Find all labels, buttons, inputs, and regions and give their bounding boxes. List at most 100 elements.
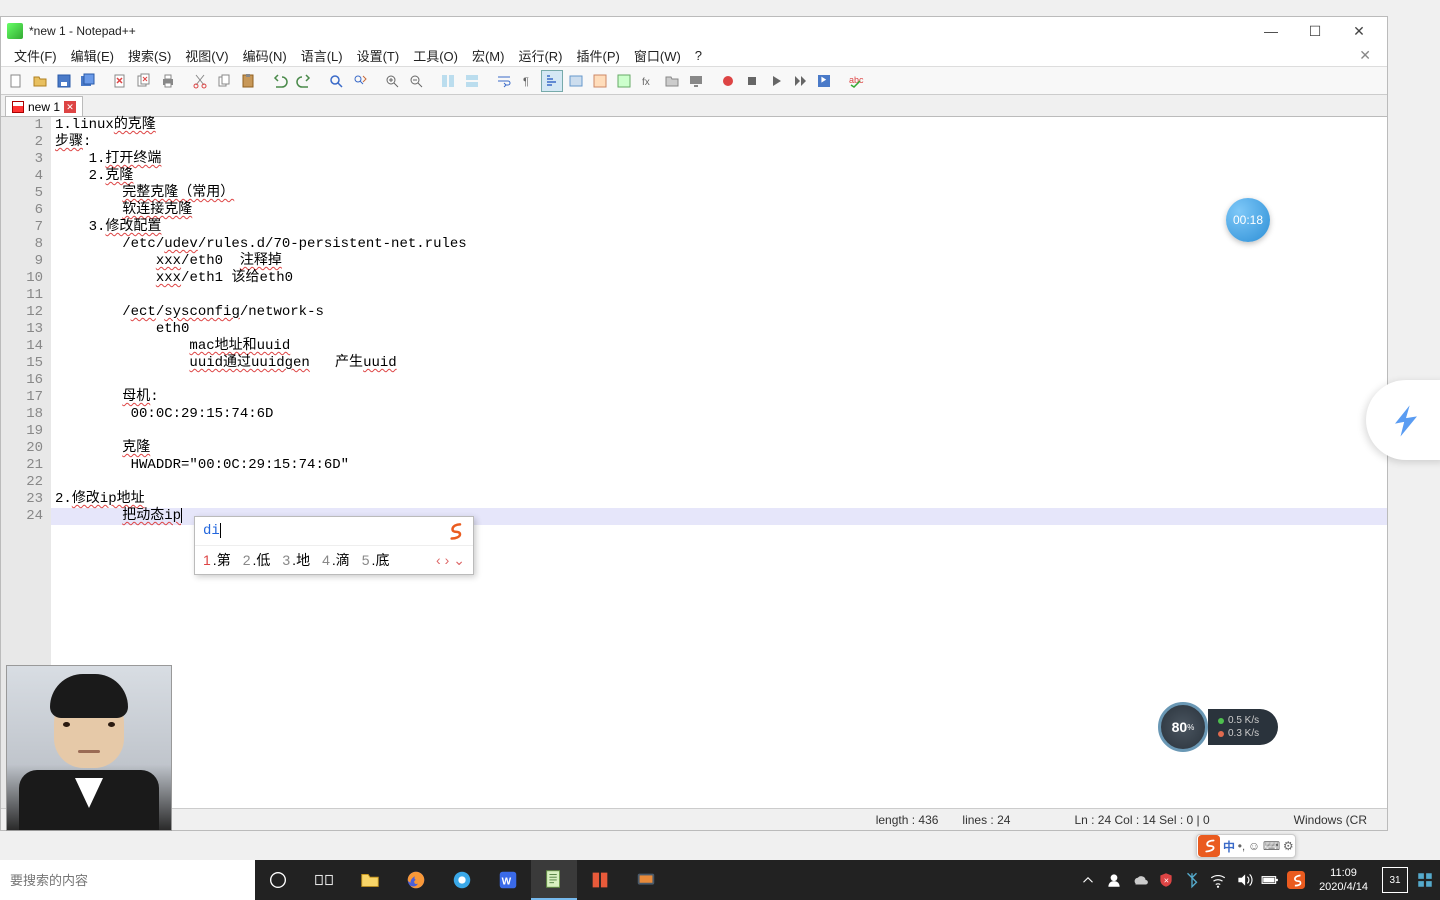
- play-multi-icon[interactable]: [789, 70, 811, 92]
- code-line[interactable]: xxx/eth0 注释掉: [51, 253, 1387, 270]
- tray-shield-icon[interactable]: ×: [1157, 871, 1175, 889]
- ime-cand-5[interactable]: 5.底: [362, 550, 390, 570]
- undo-icon[interactable]: [269, 70, 291, 92]
- tabbar-close-icon[interactable]: ✕: [1349, 47, 1381, 64]
- code-line[interactable]: /etc/udev/rules.d/70-persistent-net.rule…: [51, 236, 1387, 253]
- find-icon[interactable]: [325, 70, 347, 92]
- taskbar-clock[interactable]: 11:09 2020/4/14: [1313, 866, 1374, 894]
- zoom-in-icon[interactable]: [381, 70, 403, 92]
- menu-settings[interactable]: 设置(T): [350, 44, 407, 67]
- code-line[interactable]: HWADDR="00:0C:29:15:74:6D": [51, 457, 1387, 474]
- save-icon[interactable]: [53, 70, 75, 92]
- close-file-icon[interactable]: [109, 70, 131, 92]
- ime-candidates[interactable]: 1.第 2.低 3.地 4.滴 5.底 ‹ › ⌄: [195, 546, 473, 574]
- code-line[interactable]: 3.修改配置: [51, 219, 1387, 236]
- ime-cand-4[interactable]: 4.滴: [322, 550, 350, 570]
- code-line[interactable]: [51, 474, 1387, 491]
- tray-people-icon[interactable]: [1105, 871, 1123, 889]
- menu-window[interactable]: 窗口(W): [627, 44, 688, 67]
- tray-volume-icon[interactable]: [1235, 871, 1253, 889]
- browser-icon[interactable]: [439, 860, 485, 900]
- code-line[interactable]: 克隆: [51, 440, 1387, 457]
- wordwrap-icon[interactable]: [493, 70, 515, 92]
- print-icon[interactable]: [157, 70, 179, 92]
- open-file-icon[interactable]: [29, 70, 51, 92]
- code-line[interactable]: /ect/sysconfig/network-s: [51, 304, 1387, 321]
- ime-lang[interactable]: 中: [1223, 838, 1235, 855]
- copy-icon[interactable]: [213, 70, 235, 92]
- code-line[interactable]: 步骤:: [51, 134, 1387, 151]
- menu-encoding[interactable]: 编码(N): [236, 44, 294, 67]
- monitor-icon[interactable]: [685, 70, 707, 92]
- tray-wifi-icon[interactable]: [1209, 871, 1227, 889]
- tray-sogou-icon[interactable]: [1287, 871, 1305, 889]
- redo-icon[interactable]: [293, 70, 315, 92]
- code-line[interactable]: 2.修改ip地址: [51, 491, 1387, 508]
- code-line[interactable]: 母机:: [51, 389, 1387, 406]
- wps-icon[interactable]: W: [485, 860, 531, 900]
- ime-popup[interactable]: di 1.第 2.低 3.地 4.滴 5.底 ‹ › ⌄: [194, 516, 474, 575]
- close-button[interactable]: ✕: [1337, 18, 1381, 44]
- folder-icon[interactable]: [661, 70, 683, 92]
- taskview-icon[interactable]: [301, 860, 347, 900]
- ime-cand-1[interactable]: 1.第: [203, 550, 231, 570]
- menu-view[interactable]: 视图(V): [178, 44, 235, 67]
- code-line[interactable]: 00:0C:29:15:74:6D: [51, 406, 1387, 423]
- ime-punct-icon[interactable]: •,: [1238, 839, 1246, 853]
- cut-icon[interactable]: [189, 70, 211, 92]
- close-all-icon[interactable]: [133, 70, 155, 92]
- ime-page-arrows[interactable]: ‹ › ⌄: [436, 552, 465, 569]
- ime-cand-2[interactable]: 2.低: [243, 550, 271, 570]
- menu-help[interactable]: ?: [688, 46, 709, 65]
- notepadpp-taskbar-icon[interactable]: [531, 860, 577, 900]
- doc-map-icon[interactable]: [589, 70, 611, 92]
- sync-h-icon[interactable]: [461, 70, 483, 92]
- tab-new1[interactable]: new 1 ✕: [5, 96, 83, 116]
- code-line[interactable]: eth0: [51, 321, 1387, 338]
- menu-language[interactable]: 语言(L): [294, 44, 350, 67]
- zoom-out-icon[interactable]: [405, 70, 427, 92]
- menu-run[interactable]: 运行(R): [511, 44, 569, 67]
- ime-cand-3[interactable]: 3.地: [282, 550, 310, 570]
- menu-file[interactable]: 文件(F): [7, 44, 64, 67]
- ime-keyboard-icon[interactable]: ⌨: [1263, 839, 1280, 853]
- maximize-button[interactable]: ☐: [1293, 18, 1337, 44]
- tray-menu-icon[interactable]: [1416, 871, 1434, 889]
- paste-icon[interactable]: [237, 70, 259, 92]
- thunder-badge[interactable]: [1366, 380, 1440, 460]
- notification-icon[interactable]: 31: [1382, 867, 1408, 893]
- vmware-icon[interactable]: [623, 860, 669, 900]
- taskbar[interactable]: W × 11:09 2020/4/14 31: [0, 860, 1440, 900]
- explorer-icon[interactable]: [347, 860, 393, 900]
- menu-plugins[interactable]: 插件(P): [570, 44, 627, 67]
- ime-settings-icon[interactable]: ⚙: [1283, 839, 1294, 853]
- save-macro-icon[interactable]: [813, 70, 835, 92]
- taskbar-search[interactable]: [0, 860, 255, 900]
- code-line[interactable]: 1.打开终端: [51, 151, 1387, 168]
- tab-close-icon[interactable]: ✕: [64, 101, 76, 113]
- code-line[interactable]: [51, 423, 1387, 440]
- record-icon[interactable]: [717, 70, 739, 92]
- ime-emoji-icon[interactable]: ☺: [1248, 839, 1260, 853]
- menu-search[interactable]: 搜索(S): [121, 44, 178, 67]
- show-all-chars-icon[interactable]: ¶: [517, 70, 539, 92]
- tray-up-icon[interactable]: [1079, 871, 1097, 889]
- play-icon[interactable]: [765, 70, 787, 92]
- save-all-icon[interactable]: [77, 70, 99, 92]
- code-line[interactable]: 软连接克隆: [51, 202, 1387, 219]
- code-line[interactable]: 1.linux的克隆: [51, 117, 1387, 134]
- menu-edit[interactable]: 编辑(E): [64, 44, 121, 67]
- system-monitor[interactable]: 80% 0.5 K/s 0.3 K/s: [1158, 702, 1278, 752]
- code-line[interactable]: [51, 372, 1387, 389]
- timer-badge[interactable]: 00:18: [1226, 198, 1270, 242]
- code-line[interactable]: xxx/eth1 该给eth0: [51, 270, 1387, 287]
- indent-guide-icon[interactable]: [541, 70, 563, 92]
- tray-battery-icon[interactable]: [1261, 871, 1279, 889]
- cortana-icon[interactable]: [255, 860, 301, 900]
- reader-icon[interactable]: [577, 860, 623, 900]
- userlang-icon[interactable]: [565, 70, 587, 92]
- new-file-icon[interactable]: [5, 70, 27, 92]
- search-input[interactable]: [10, 873, 245, 888]
- tray-onedrive-icon[interactable]: [1131, 871, 1149, 889]
- tray-bluetooth-icon[interactable]: [1183, 871, 1201, 889]
